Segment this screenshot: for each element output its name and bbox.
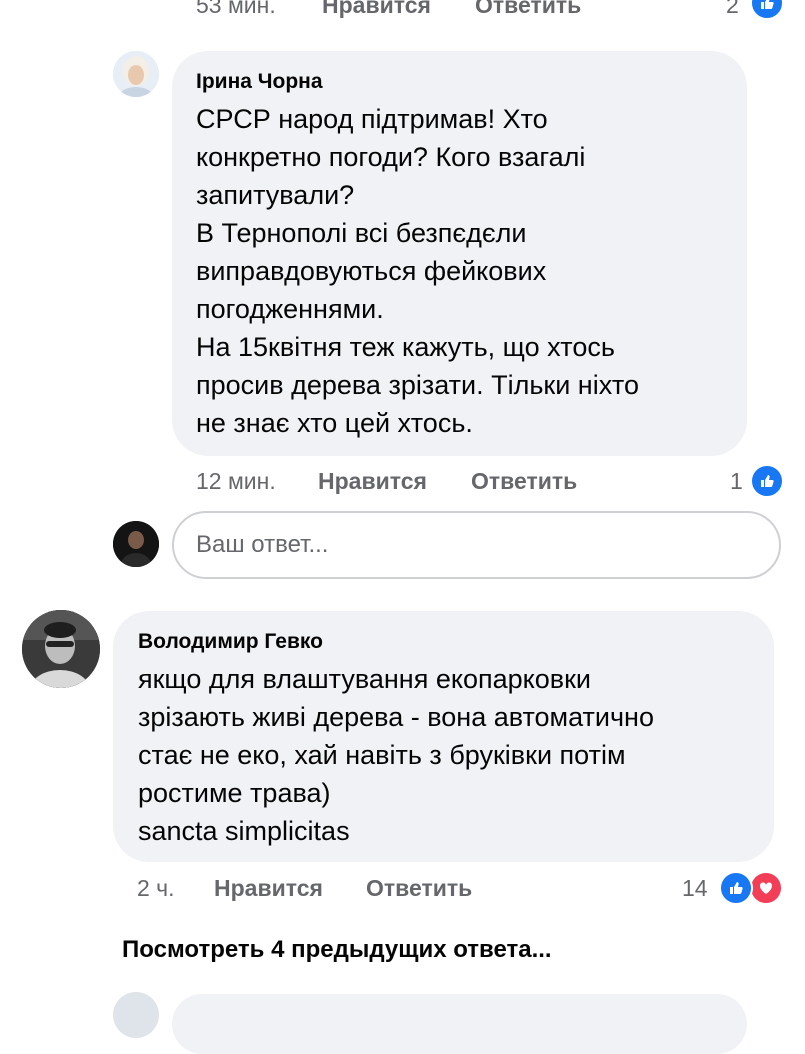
heart-icon xyxy=(749,871,783,905)
comment-text: якщо для влаштування екопарковки зрізают… xyxy=(138,664,654,846)
like-button[interactable]: Нравится xyxy=(318,468,427,495)
top-comment-reply-button[interactable]: Ответить xyxy=(475,0,581,19)
view-previous-replies-link[interactable]: Посмотреть 4 предыдущих ответа... xyxy=(122,936,552,964)
like-button[interactable]: Нравится xyxy=(214,875,323,902)
comment-author[interactable]: Володимир Гевко xyxy=(138,630,323,654)
reaction-count[interactable]: 14 xyxy=(682,875,708,902)
current-user-avatar xyxy=(113,521,159,567)
comment-time: 12 мин. xyxy=(196,468,276,494)
next-comment-bubble xyxy=(172,994,747,1054)
avatar[interactable] xyxy=(113,51,159,97)
next-comment-avatar xyxy=(113,992,159,1038)
reply-input[interactable]: Ваш ответ... xyxy=(172,511,781,579)
top-comment-reaction-count[interactable]: 2 xyxy=(726,0,739,19)
like-icon xyxy=(750,464,784,498)
comment-text: СРСР народ підтримав! Хто конкретно пого… xyxy=(196,104,639,438)
reply-button[interactable]: Ответить xyxy=(366,875,472,902)
reply-input-placeholder: Ваш ответ... xyxy=(196,531,329,558)
comment-author[interactable]: Ірина Чорна xyxy=(196,70,323,94)
top-comment-time: 53 мин. xyxy=(196,0,276,18)
avatar[interactable] xyxy=(22,610,100,688)
top-comment-like-button[interactable]: Нравится xyxy=(322,0,431,19)
comment-time: 2 ч. xyxy=(137,875,175,901)
like-icon xyxy=(719,871,753,905)
reaction-count[interactable]: 1 xyxy=(730,468,743,495)
reply-button[interactable]: Ответить xyxy=(471,468,577,495)
like-icon xyxy=(750,0,784,20)
